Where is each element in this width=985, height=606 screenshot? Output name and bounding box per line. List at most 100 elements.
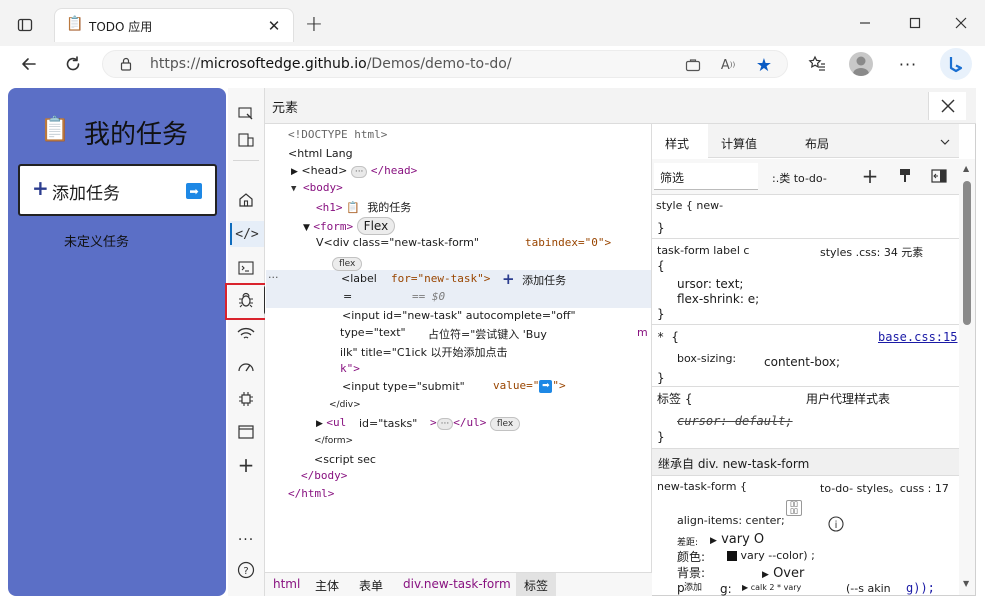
maximize-icon[interactable] bbox=[902, 10, 928, 36]
scroll-up-icon[interactable]: ▲ bbox=[963, 164, 969, 173]
rule4-prop-bg-row[interactable]: ▶ Over bbox=[762, 566, 804, 581]
ul-flex-badge[interactable]: flex bbox=[489, 417, 521, 431]
dom-head-row[interactable]: ▶ <head> ··· </head> bbox=[291, 164, 417, 178]
inspect-icon[interactable] bbox=[233, 104, 259, 124]
activity-more-icon[interactable]: ··· bbox=[233, 530, 259, 550]
dom-html-close[interactable]: </html> bbox=[288, 487, 334, 500]
breadcrumb-body[interactable]: 主体 bbox=[315, 577, 339, 594]
rule4-prop-gap-row[interactable]: ▶ vary O bbox=[710, 532, 764, 547]
breadcrumb-html[interactable]: html bbox=[273, 577, 300, 591]
styles-tabs-chevron-icon[interactable] bbox=[936, 133, 954, 151]
application-window-icon[interactable] bbox=[233, 421, 259, 443]
breadcrumb-div[interactable]: div.new-task-form bbox=[403, 577, 511, 591]
dom-ul-row[interactable]: ▶ <ul bbox=[316, 416, 346, 429]
rule4-prop-color-row[interactable]: vary --color) ; bbox=[727, 549, 815, 562]
rule4-prop-color-name[interactable]: 颜色: bbox=[677, 548, 705, 565]
rule2-prop-value[interactable]: content-box; bbox=[764, 355, 840, 369]
flex-small-badge[interactable]: flex bbox=[332, 257, 363, 271]
rule0-selector[interactable]: style { new- bbox=[656, 199, 723, 212]
flex-badge[interactable]: Flex bbox=[356, 217, 396, 235]
dom-form-row[interactable]: ▼ <form> Flex bbox=[303, 217, 396, 235]
dom-html[interactable]: <html Lang bbox=[288, 147, 353, 160]
close-window-icon[interactable] bbox=[948, 10, 974, 36]
rule4-selector[interactable]: new-task-form { bbox=[657, 480, 747, 493]
help-icon[interactable]: ? bbox=[233, 559, 259, 581]
breadcrumb-label[interactable]: 标签 bbox=[516, 573, 557, 596]
flex-editor-icon[interactable]: ▯▯ ▯▯ bbox=[786, 500, 802, 516]
favorites-icon[interactable] bbox=[804, 51, 830, 77]
more-menu-icon[interactable]: ··· bbox=[895, 51, 921, 77]
close-devtools-icon[interactable] bbox=[928, 92, 966, 120]
gap-expand-arrow-icon[interactable]: ▶ bbox=[710, 536, 717, 546]
add-task-form[interactable]: + 添加任务 ➡ bbox=[18, 164, 217, 216]
scroll-down-icon[interactable]: ▼ bbox=[963, 579, 969, 588]
home-icon[interactable] bbox=[233, 189, 259, 211]
collapse-arrow-icon[interactable]: ▼ bbox=[291, 184, 296, 194]
rule3-selector[interactable]: 标签 { bbox=[657, 390, 692, 407]
tab-computed[interactable]: 计算值 bbox=[721, 135, 757, 152]
new-tab-icon[interactable]: + bbox=[300, 10, 328, 38]
sources-bug-icon[interactable] bbox=[233, 288, 259, 312]
sidebar-toggle-icon[interactable] bbox=[928, 165, 950, 187]
rule4-prop-align-items[interactable]: align-items: center; bbox=[677, 514, 785, 527]
expand-arrow-icon[interactable]: ▶ bbox=[291, 167, 298, 177]
dom-label-open[interactable]: <label bbox=[341, 272, 377, 285]
dom-h1-row[interactable]: <h1> 📋 我的任务 bbox=[316, 199, 411, 215]
memory-chip-icon[interactable] bbox=[233, 388, 259, 410]
tab-actions-icon[interactable] bbox=[12, 12, 38, 38]
styles-scrollbar[interactable]: ▲ ▼ bbox=[959, 159, 975, 595]
submit-arrow-icon[interactable]: ➡ bbox=[186, 183, 202, 199]
back-icon[interactable] bbox=[16, 51, 42, 77]
dom-div-close[interactable]: </div> bbox=[329, 400, 361, 410]
new-rule-plus-icon[interactable]: + bbox=[858, 164, 882, 188]
dom-ellipsis-badge[interactable]: ··· bbox=[350, 166, 368, 178]
paint-brush-icon[interactable] bbox=[894, 165, 916, 187]
copilot-icon[interactable] bbox=[940, 48, 972, 80]
rule1-prop-flex-shrink[interactable]: flex-shrink: e; bbox=[677, 292, 759, 306]
dom-input1-a[interactable]: <input id="new-task" autocomplete="off" bbox=[342, 309, 576, 322]
scroll-thumb[interactable] bbox=[963, 181, 971, 325]
class-toggle[interactable]: :.类 to-do- bbox=[772, 170, 827, 186]
favorite-star-icon[interactable]: ★ bbox=[753, 54, 775, 76]
ul-expand-arrow-icon[interactable]: ▶ bbox=[316, 419, 323, 429]
styles-filter-input[interactable]: 筛选 bbox=[654, 163, 758, 190]
dom-form-close[interactable]: </form> bbox=[314, 436, 353, 446]
elements-tool-icon[interactable]: </> bbox=[230, 221, 264, 247]
more-tools-plus-icon[interactable]: + bbox=[233, 453, 259, 477]
console-icon[interactable] bbox=[233, 257, 259, 279]
rule4-prop-gap-name[interactable]: 差距: bbox=[677, 535, 698, 548]
dom-doctype[interactable]: <!DOCTYPE html> bbox=[288, 128, 387, 141]
bg-expand-arrow-icon[interactable]: ▶ bbox=[762, 570, 769, 580]
rule1-source[interactable]: styles .css: 34 元素 bbox=[820, 244, 923, 260]
info-icon[interactable]: i bbox=[827, 515, 845, 533]
form-collapse-arrow-icon[interactable]: ▼ bbox=[303, 223, 310, 233]
dom-body-row[interactable]: ▼ <body> bbox=[291, 181, 343, 194]
dom-script[interactable]: <script sec bbox=[314, 453, 376, 466]
tab-layout[interactable]: 布局 bbox=[805, 135, 829, 152]
rule4-source[interactable]: to-do- styles。cuss : 17 bbox=[820, 480, 949, 496]
dom-ul-ellipsis-badge[interactable]: ··· bbox=[436, 418, 454, 430]
add-task-label[interactable]: 添加任务 bbox=[52, 179, 120, 204]
read-aloud-icon[interactable]: A)) bbox=[717, 55, 739, 75]
refresh-icon[interactable] bbox=[60, 51, 86, 77]
rule1-prop-cursor[interactable]: ursor: text; bbox=[677, 277, 743, 291]
rule2-selector[interactable]: * { bbox=[657, 330, 679, 344]
tab-styles[interactable]: 样式 bbox=[652, 124, 708, 158]
app-available-icon[interactable] bbox=[683, 55, 703, 75]
dom-div-row[interactable]: V<div class="new-task-form" bbox=[316, 236, 479, 249]
rule1-selector[interactable]: task-form label c bbox=[657, 244, 749, 257]
rule4-prop-bg-name[interactable]: 背景: bbox=[677, 564, 705, 581]
minimize-icon[interactable] bbox=[852, 10, 878, 36]
rule2-source[interactable]: base.css:15 bbox=[878, 330, 957, 344]
profile-avatar[interactable] bbox=[849, 52, 873, 76]
tab-close-icon[interactable]: ✕ bbox=[263, 15, 285, 37]
color-swatch[interactable] bbox=[727, 551, 737, 561]
device-emulation-icon[interactable] bbox=[233, 130, 259, 150]
browser-tab[interactable]: 📋 TODO 应用 ✕ bbox=[54, 8, 294, 42]
dom-input2-a[interactable]: <input type="submit" bbox=[342, 380, 465, 393]
address-bar[interactable]: https://microsoftedge.github.io/Demos/de… bbox=[102, 50, 788, 78]
rule2-prop-name[interactable]: box-sizing: bbox=[677, 352, 736, 365]
dom-body-close[interactable]: </body> bbox=[301, 469, 347, 482]
network-wifi-icon[interactable] bbox=[233, 323, 259, 345]
breadcrumb-form[interactable]: 表单 bbox=[359, 577, 383, 594]
